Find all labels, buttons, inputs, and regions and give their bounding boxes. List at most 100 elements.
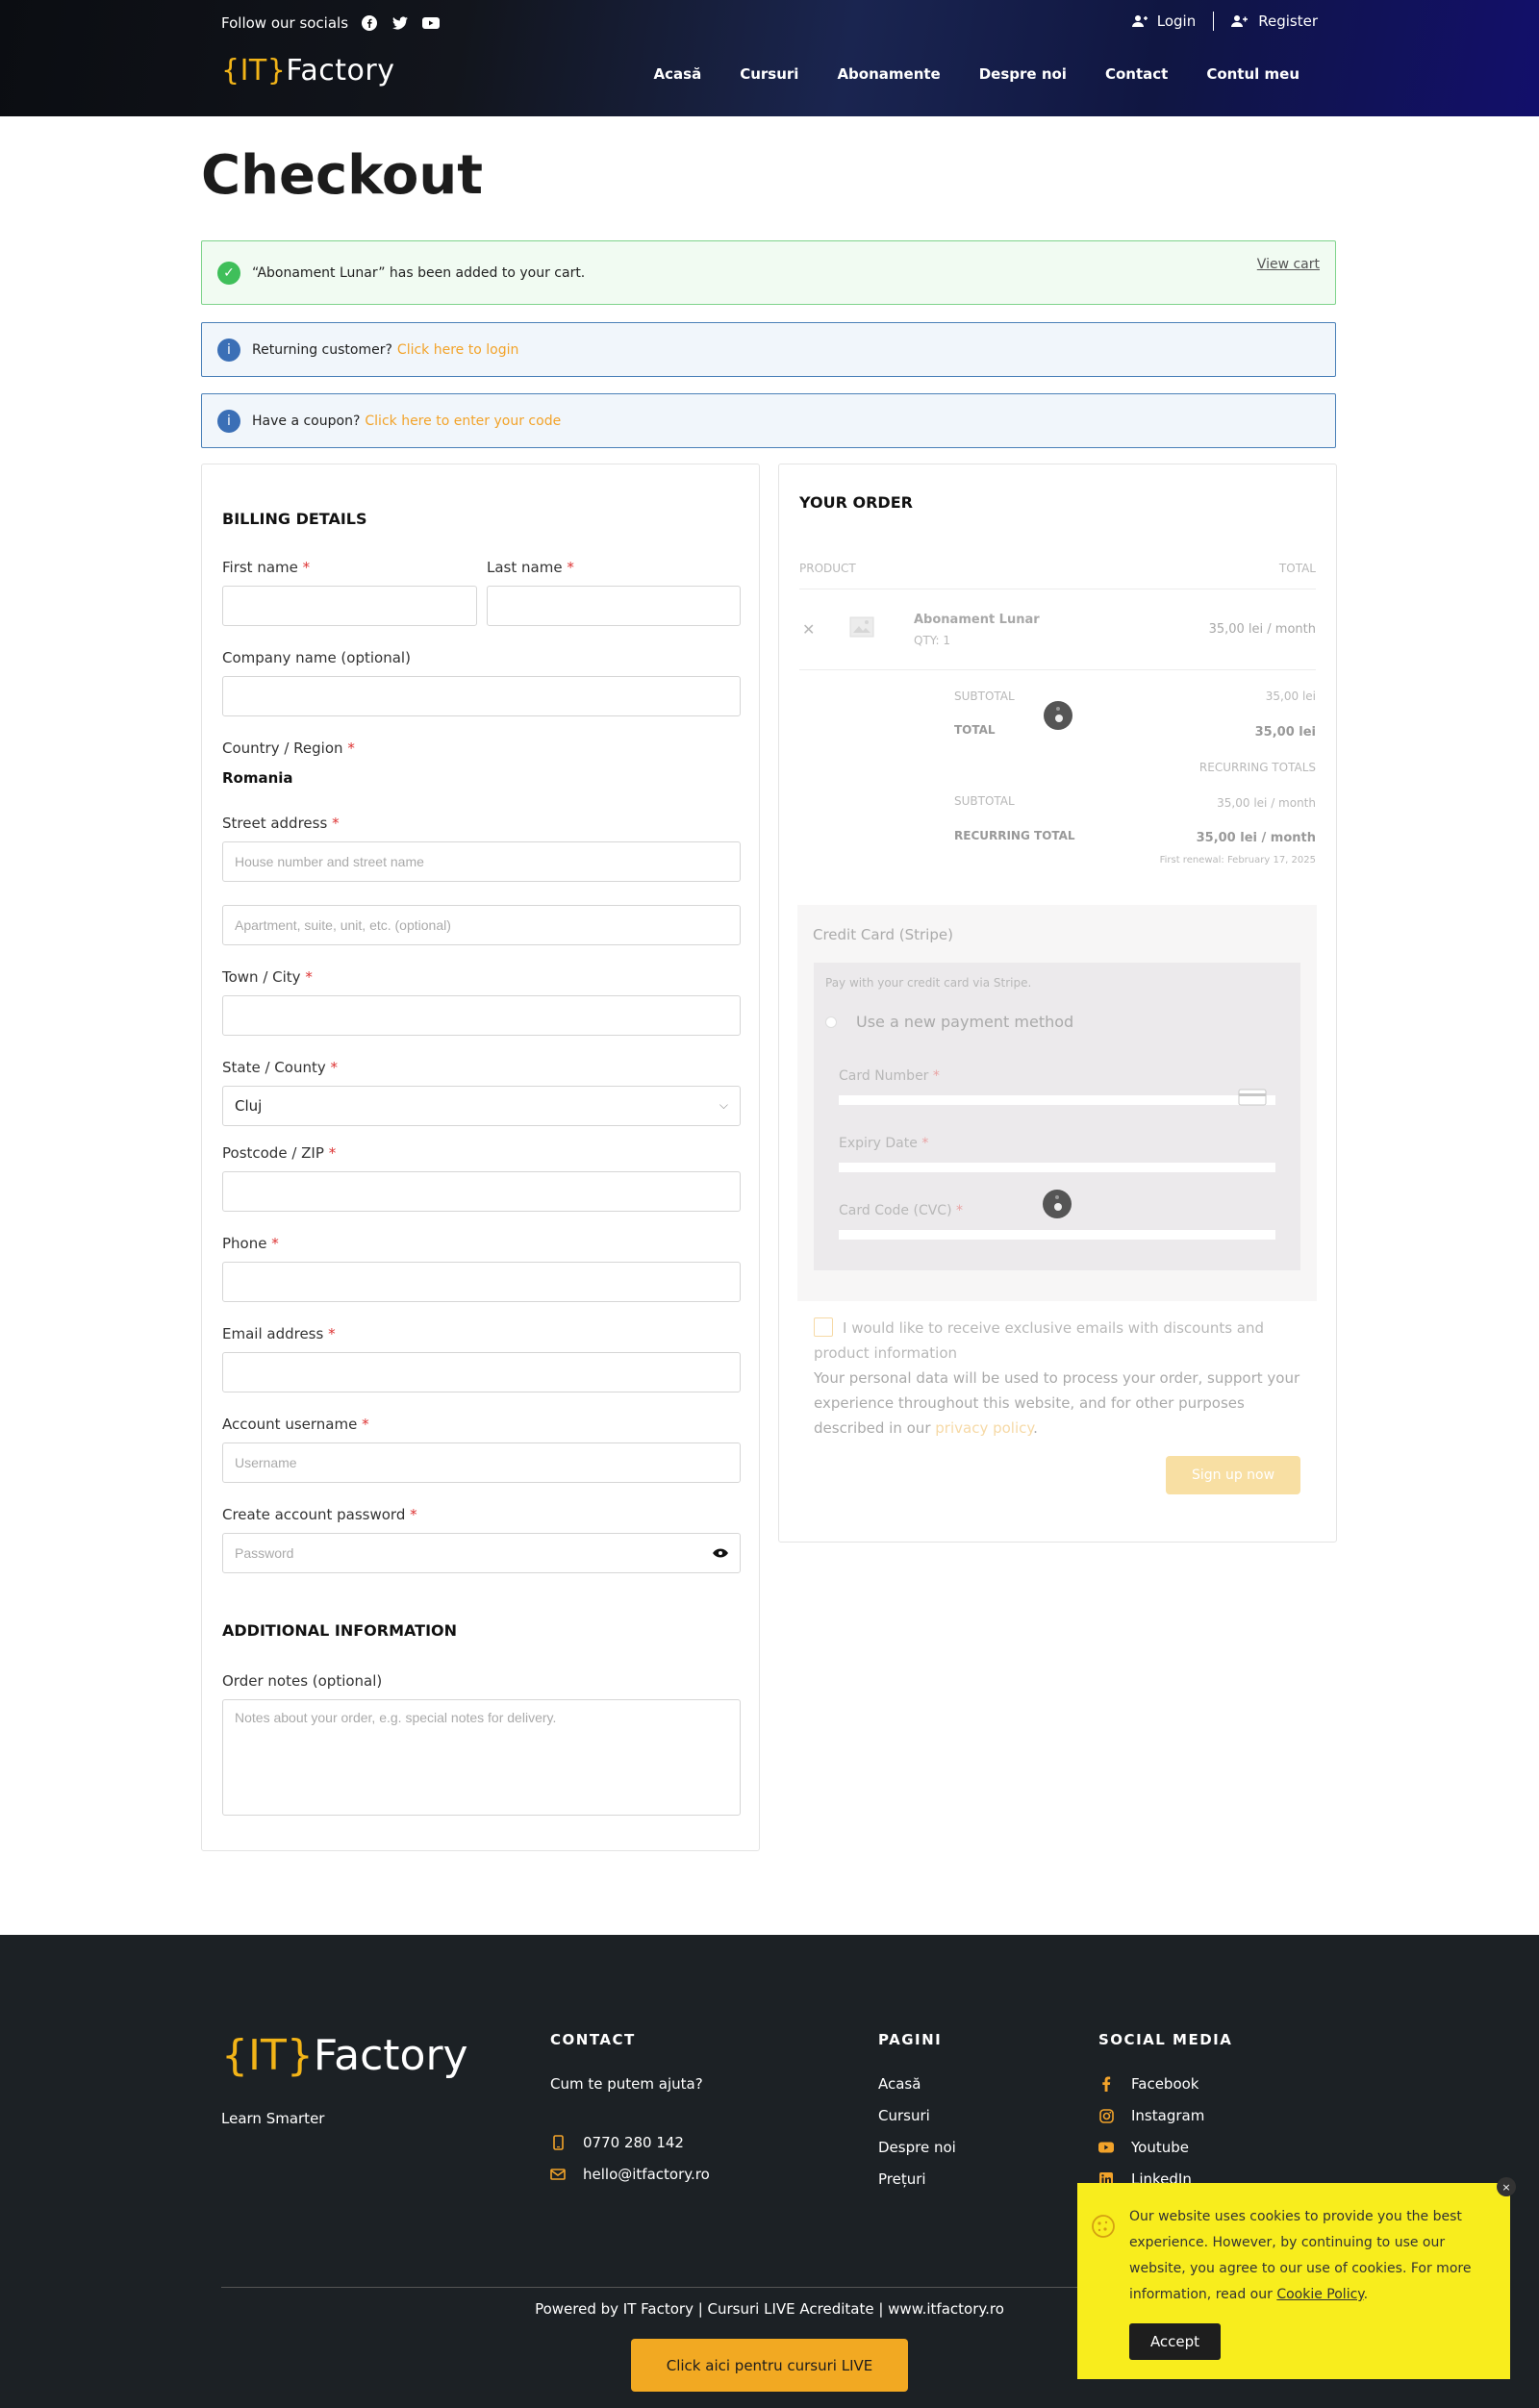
twitter-icon[interactable] — [391, 13, 410, 33]
payment-methods: Credit Card (Stripe) Pay with your credi… — [797, 905, 1317, 1301]
youtube-icon — [1098, 2140, 1114, 2155]
payment-method-label[interactable]: Credit Card (Stripe) — [813, 926, 953, 943]
rec-subtotal-value: 35,00 lei / month — [1217, 796, 1316, 810]
login-link[interactable]: Login — [1131, 13, 1196, 30]
subtotal-value: 35,00 lei — [1265, 690, 1316, 703]
country-value: Romania — [222, 769, 293, 787]
street2-input[interactable]: Apartment, suite, unit, etc. (optional) — [222, 905, 741, 945]
login-toggle-link[interactable]: Click here to login — [397, 342, 518, 358]
facebook-icon[interactable] — [360, 13, 379, 33]
view-cart-button[interactable]: View cart — [1257, 257, 1320, 272]
footer-pages-heading: PAGINI — [878, 2031, 943, 2048]
card-number-input[interactable] — [839, 1095, 1275, 1105]
coupon-toggle-link[interactable]: Click here to enter your code — [365, 414, 561, 429]
recurring-totals-heading: RECURRING TOTALS — [1198, 761, 1316, 774]
postcode-input[interactable] — [222, 1171, 741, 1212]
mail-icon — [550, 2167, 566, 2182]
contact-question: Cum te putem ajuta? — [550, 2075, 703, 2093]
loading-spinner — [1044, 701, 1072, 730]
youtube-icon[interactable] — [421, 13, 441, 33]
site-logo[interactable]: {IT}Factory — [221, 54, 394, 88]
cookie-banner: Our website uses cookies to provide you … — [1077, 2177, 1516, 2379]
privacy-policy-link[interactable]: privacy policy — [935, 1419, 1033, 1437]
rec-total-label: RECURRING TOTAL — [954, 829, 1075, 842]
accept-cookies-button[interactable]: Accept — [1129, 2323, 1221, 2360]
site-header: Follow our socials Login Register {IT}Fa… — [0, 0, 1539, 116]
footer-social-youtube[interactable]: Youtube — [1098, 2139, 1189, 2156]
stripe-description: Pay with your credit card via Stripe. — [825, 976, 1032, 990]
user-plus-icon — [1231, 15, 1249, 27]
cvc-label: Card Code (CVC) * — [839, 1203, 963, 1218]
sign-up-button[interactable]: Sign up now — [1166, 1456, 1300, 1494]
nav-item-despre-noi[interactable]: Despre noi — [979, 65, 1067, 83]
first-name-input[interactable] — [222, 586, 477, 626]
cookie-text: Our website uses cookies to provide you … — [1129, 2209, 1472, 2302]
your-order-heading: YOUR ORDER — [799, 493, 913, 512]
youtube-label: Youtube — [1131, 2139, 1189, 2156]
cart-added-text: “Abonament Lunar” has been added to your… — [252, 264, 586, 281]
street-label: Street address * — [222, 815, 340, 832]
street-input[interactable]: House number and street name — [222, 841, 741, 882]
newsletter-label: I would like to receive exclusive emails… — [814, 1319, 1265, 1362]
email-input[interactable] — [222, 1352, 741, 1392]
facebook-label: Facebook — [1131, 2075, 1199, 2093]
register-link[interactable]: Register — [1231, 13, 1318, 30]
user-icon — [1131, 15, 1148, 27]
town-input[interactable] — [222, 995, 741, 1036]
footer-page-acasa[interactable]: Acasă — [878, 2075, 921, 2093]
nav-item-contact[interactable]: Contact — [1105, 65, 1168, 83]
cvc-input[interactable] — [839, 1230, 1275, 1240]
footer-page-despre-noi[interactable]: Despre noi — [878, 2139, 956, 2156]
new-method-radio[interactable] — [825, 1016, 837, 1028]
additional-info-heading: Additional information — [222, 1621, 458, 1640]
logo-text: Factory — [286, 54, 395, 88]
company-input[interactable] — [222, 676, 741, 716]
footer-logo[interactable]: {IT}Factory — [221, 2031, 468, 2080]
total-label: TOTAL — [954, 723, 996, 737]
instagram-label: Instagram — [1131, 2107, 1205, 2124]
expiry-input[interactable] — [839, 1163, 1275, 1172]
returning-text: Returning customer? — [252, 341, 392, 358]
privacy-text: Your personal data will be used to proce… — [814, 1369, 1300, 1437]
last-name-input[interactable] — [487, 586, 741, 626]
password-label: Create account password * — [222, 1506, 417, 1523]
product-name: Abonament Lunar — [914, 613, 1040, 627]
live-courses-button[interactable]: Click aici pentru cursuri LIVE — [631, 2339, 908, 2392]
state-select[interactable]: Cluj ⌵ — [222, 1086, 741, 1126]
cookie-policy-link[interactable]: Cookie Policy — [1276, 2287, 1363, 2302]
returning-customer-notice: i Returning customer? Click here to logi… — [201, 322, 1336, 377]
info-icon: i — [217, 409, 240, 433]
main-nav: Acasă Cursuri Abonamente Despre noi Cont… — [654, 65, 1299, 83]
nav-item-contul-meu[interactable]: Contul meu — [1206, 65, 1299, 83]
coupon-text: Have a coupon? — [252, 413, 361, 429]
close-icon[interactable]: × — [1497, 2177, 1516, 2196]
footer-email[interactable]: hello@itfactory.ro — [550, 2166, 710, 2183]
header-auth: Login Register — [1131, 12, 1318, 31]
password-input[interactable]: Password — [222, 1533, 741, 1573]
nav-item-abonamente[interactable]: Abonamente — [837, 65, 940, 83]
state-label: State / County * — [222, 1059, 338, 1076]
username-input[interactable]: Username — [222, 1442, 741, 1483]
rec-total-value: 35,00 lei / month — [1196, 831, 1316, 845]
socials-label: Follow our socials — [221, 14, 349, 32]
rec-subtotal-label: SUBTOTAL — [954, 794, 1015, 808]
col-total: TOTAL — [1278, 562, 1316, 575]
check-icon: ✓ — [217, 261, 240, 285]
order-notes-textarea[interactable]: Notes about your order, e.g. special not… — [222, 1699, 741, 1816]
nav-item-acasa[interactable]: Acasă — [654, 65, 702, 83]
state-value: Cluj — [235, 1097, 263, 1115]
footer-social-facebook[interactable]: Facebook — [1098, 2075, 1198, 2093]
footer-page-preturi[interactable]: Prețuri — [878, 2170, 926, 2188]
nav-item-cursuri[interactable]: Cursuri — [740, 65, 798, 83]
phone-input[interactable] — [222, 1262, 741, 1302]
footer-page-cursuri[interactable]: Cursuri — [878, 2107, 930, 2124]
footer-phone[interactable]: 0770 280 142 — [550, 2134, 684, 2151]
footer-social-instagram[interactable]: Instagram — [1098, 2107, 1204, 2124]
your-order-panel: YOUR ORDER PRODUCT TOTAL ✕ Abonament Lun… — [778, 464, 1337, 1543]
coupon-notice: i Have a coupon? Click here to enter you… — [201, 393, 1336, 448]
remove-item-icon[interactable]: ✕ — [802, 620, 815, 639]
chevron-down-icon: ⌵ — [719, 1098, 728, 1112]
phone-label: Phone * — [222, 1235, 279, 1252]
order-notes-label: Order notes (optional) — [222, 1672, 383, 1690]
eye-icon[interactable] — [713, 1545, 728, 1561]
